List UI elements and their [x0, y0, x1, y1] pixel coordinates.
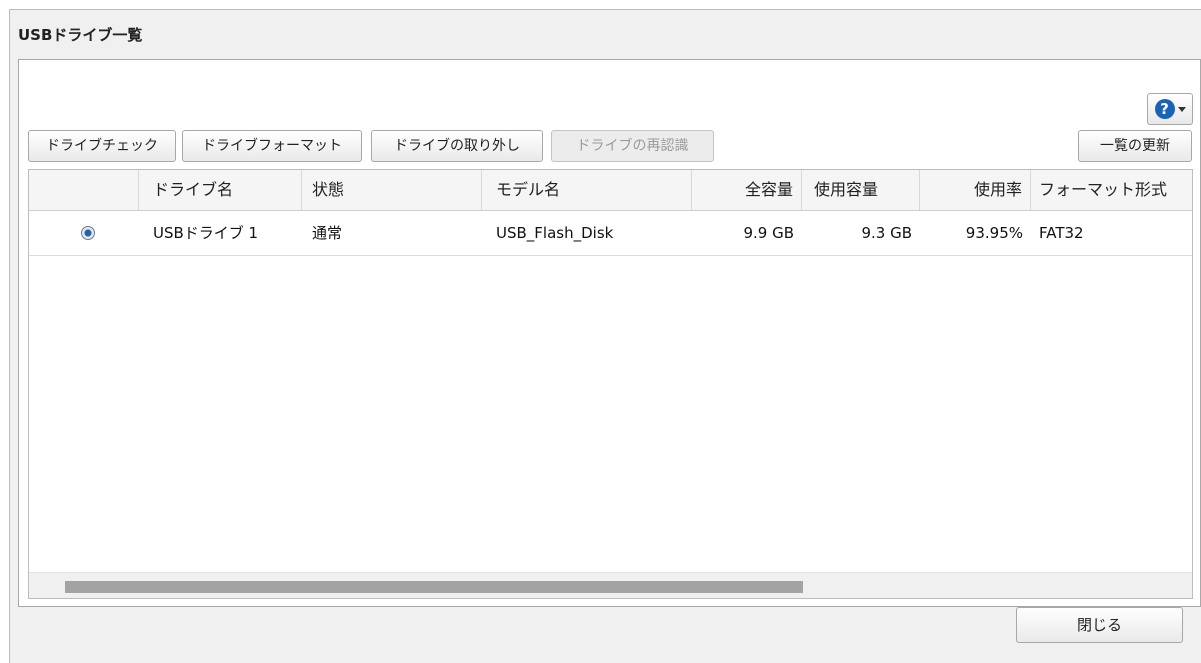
- cell-format: FAT32: [1039, 224, 1084, 242]
- cell-drive-name: USBドライブ 1: [153, 224, 259, 242]
- column-header-status[interactable]: 状態: [302, 170, 482, 210]
- column-header-total[interactable]: 全容量: [692, 170, 802, 210]
- column-header-format[interactable]: フォーマット形式: [1031, 170, 1192, 210]
- dialog-title: USBドライブ一覧: [18, 26, 143, 44]
- column-header-drive-name[interactable]: ドライブ名: [139, 170, 302, 210]
- help-button[interactable]: ?: [1147, 93, 1193, 125]
- cell-model: USB_Flash_Disk: [496, 224, 614, 242]
- help-icon: ?: [1154, 99, 1175, 119]
- table-row[interactable]: USBドライブ 1 通常 USB_Flash_Disk 9.9 GB 9.3 G…: [29, 211, 1192, 256]
- cell-usage-rate: 93.95%: [965, 224, 1023, 242]
- radio-selected-icon[interactable]: [81, 226, 95, 240]
- column-header-model[interactable]: モデル名: [482, 170, 692, 210]
- content-panel: ? ドライブチェック ドライブフォーマット ドライブの取り外し ドライブの再認識…: [18, 59, 1201, 607]
- horizontal-scrollbar[interactable]: [29, 572, 1192, 598]
- refresh-list-button[interactable]: 一覧の更新: [1078, 130, 1192, 162]
- drive-table: ドライブ名 状態 モデル名 全容量 使用容量 使用率 フォーマット形式 USBド…: [28, 169, 1193, 599]
- drive-remove-button[interactable]: ドライブの取り外し: [371, 130, 543, 162]
- scrollbar-thumb[interactable]: [65, 581, 803, 593]
- drive-rerecognize-button[interactable]: ドライブの再認識: [551, 130, 714, 162]
- chevron-down-icon: [1177, 106, 1186, 112]
- column-header-used[interactable]: 使用容量: [802, 170, 920, 210]
- cell-total: 9.9 GB: [743, 224, 794, 242]
- cell-status: 通常: [312, 224, 343, 242]
- column-header-select[interactable]: [29, 170, 139, 210]
- usb-drive-list-dialog: USBドライブ一覧 ? ドライブチェック ドライブフォーマット ドライブの取り外…: [9, 9, 1201, 663]
- drive-format-button[interactable]: ドライブフォーマット: [182, 130, 362, 162]
- close-button[interactable]: 閉じる: [1016, 607, 1183, 643]
- cell-used: 9.3 GB: [861, 224, 912, 242]
- table-header: ドライブ名 状態 モデル名 全容量 使用容量 使用率 フォーマット形式: [29, 170, 1192, 211]
- column-header-usage-rate[interactable]: 使用率: [920, 170, 1031, 210]
- drive-check-button[interactable]: ドライブチェック: [28, 130, 176, 162]
